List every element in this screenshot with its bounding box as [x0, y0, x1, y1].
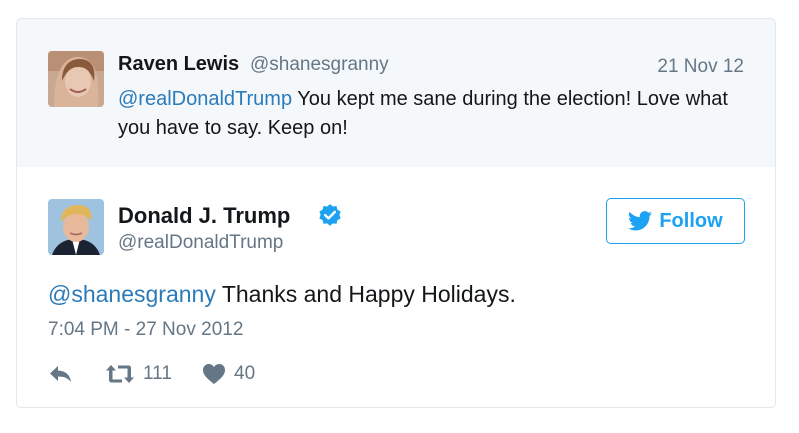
main-text-body: Thanks and Happy Holidays.	[215, 281, 516, 307]
follow-button[interactable]: Follow	[606, 198, 745, 244]
main-tweet-text: @shanesgranny Thanks and Happy Holidays.	[48, 281, 516, 308]
retweet-count: 111	[143, 363, 172, 384]
main-avatar[interactable]	[48, 199, 104, 255]
like-button[interactable]: 40	[202, 360, 255, 388]
heart-icon	[203, 364, 225, 384]
embedded-tweet-card: Raven Lewis @shanesgranny 21 Nov 12 @rea…	[16, 18, 776, 408]
main-author-handle[interactable]: @realDonaldTrump	[118, 232, 283, 254]
verified-badge-icon	[319, 204, 341, 226]
retweet-button[interactable]: 111	[105, 360, 172, 388]
parent-author-name[interactable]: Raven Lewis	[118, 53, 239, 76]
tweet-timestamp[interactable]: 7:04 PM - 27 Nov 2012	[48, 319, 243, 341]
reply-button[interactable]	[48, 360, 74, 388]
parent-tweet-text: @realDonaldTrump You kept me sane during…	[118, 85, 738, 143]
follow-button-label: Follow	[659, 209, 723, 232]
twitter-bird-icon	[628, 211, 653, 231]
parent-avatar[interactable]	[48, 51, 104, 107]
main-mention-link[interactable]: @shanesgranny	[48, 281, 216, 307]
parent-tweet-date[interactable]: 21 Nov 12	[657, 56, 744, 78]
retweet-icon	[106, 365, 134, 383]
parent-mention-link[interactable]: @realDonaldTrump	[118, 88, 292, 110]
like-count: 40	[234, 363, 256, 384]
reply-icon	[50, 366, 71, 382]
parent-author-handle[interactable]: @shanesgranny	[250, 54, 389, 76]
parent-tweet[interactable]: Raven Lewis @shanesgranny 21 Nov 12 @rea…	[17, 19, 775, 167]
main-author-name[interactable]: Donald J. Trump	[118, 203, 290, 229]
